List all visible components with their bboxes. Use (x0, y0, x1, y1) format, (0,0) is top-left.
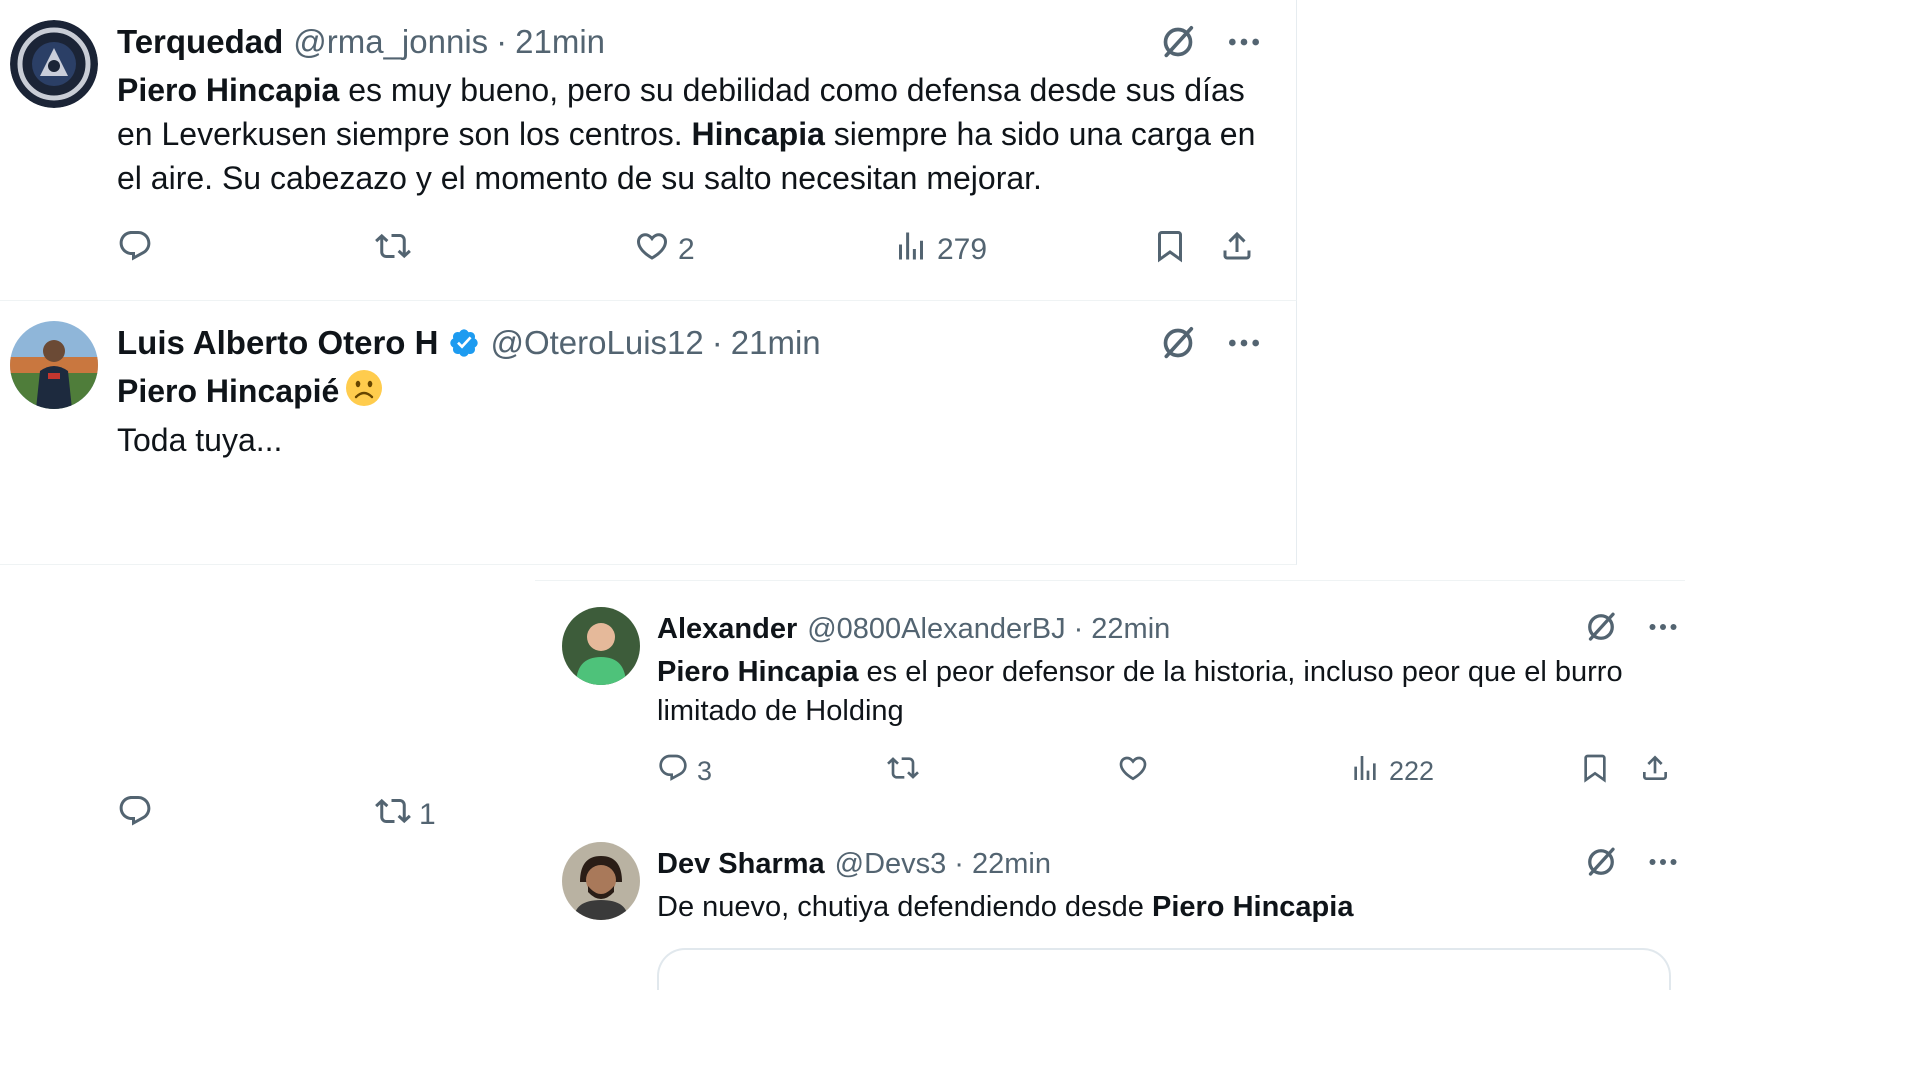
avatar[interactable] (562, 607, 640, 685)
tweet-header: Dev Sharma @Devs3 · 22min (657, 846, 1051, 882)
bold-mention[interactable]: Piero Hincapia (657, 656, 858, 688)
separator: · (954, 847, 964, 880)
slightly-frowning-face-icon (345, 369, 383, 418)
bookmark-button[interactable] (1152, 230, 1188, 270)
tweet-text: De nuevo, chutiya defendiendo desde Pier… (657, 888, 1667, 927)
separator: · (1073, 612, 1084, 645)
text-line: Toda tuya... (117, 422, 283, 459)
like-button[interactable]: 2 (634, 230, 695, 270)
bookmark-button[interactable] (1579, 753, 1611, 789)
retweet-icon (887, 752, 919, 791)
author-name[interactable]: Alexander (657, 613, 797, 646)
avatar[interactable] (10, 321, 98, 409)
retweet-button[interactable] (887, 753, 927, 789)
author-name[interactable]: Luis Alberto Otero H (117, 324, 438, 362)
tweet-text: Piero Hincapia es el peor defensor de la… (657, 653, 1667, 731)
retweet-button[interactable] (375, 230, 419, 270)
more-icon[interactable] (1645, 609, 1681, 645)
action-bar: 2 279 (117, 230, 1267, 270)
text-segment: De nuevo, chutiya defendiendo desde (657, 891, 1152, 923)
share-button[interactable] (1219, 230, 1255, 270)
separator: · (711, 324, 723, 361)
tweet-header: Terquedad @rma_jonnis · 21min (117, 20, 605, 64)
retweet-button[interactable]: 1 (375, 795, 436, 835)
tweet-otero[interactable]: Luis Alberto Otero H @OteroLuis12 · 21mi… (0, 301, 1297, 831)
tweet-text: Piero Hincapié Toda tuya... (117, 369, 1277, 462)
like-count: 2 (678, 233, 695, 266)
grok-icon[interactable] (1158, 22, 1198, 62)
tweet-text: Piero Hincapia es muy bueno, pero su deb… (117, 68, 1277, 200)
separator: · (496, 23, 508, 60)
share-icon (1219, 228, 1255, 272)
reply-count: 3 (697, 755, 713, 786)
timestamp[interactable]: 22min (1091, 613, 1170, 646)
verified-badge-icon[interactable] (448, 327, 480, 359)
bookmark-icon (1579, 752, 1611, 791)
more-icon[interactable] (1224, 323, 1264, 363)
tweet-terquedad[interactable]: Terquedad @rma_jonnis · 21min Piero Hinc… (0, 0, 1297, 301)
share-button[interactable] (1639, 753, 1671, 789)
author-handle[interactable]: @rma_jonnis (293, 23, 488, 61)
grok-icon[interactable] (1158, 323, 1198, 363)
grok-icon[interactable] (1583, 609, 1619, 645)
author-handle[interactable]: @0800AlexanderBJ (807, 613, 1065, 646)
author-handle[interactable]: @OteroLuis12 (490, 324, 703, 362)
tweet-header: Alexander @0800AlexanderBJ · 22min (657, 611, 1170, 647)
retweet-icon (375, 228, 411, 272)
heart-icon (1117, 752, 1149, 791)
views-count: 279 (937, 233, 988, 266)
views-icon (1349, 752, 1381, 791)
bold-mention[interactable]: Piero Hincapié (117, 373, 339, 409)
media-card[interactable] (657, 948, 1671, 990)
reply-icon (117, 228, 153, 272)
grok-icon[interactable] (1583, 844, 1619, 880)
author-name[interactable]: Terquedad (117, 23, 283, 61)
more-icon[interactable] (1645, 844, 1681, 880)
retweet-icon (375, 793, 411, 837)
avatar[interactable] (562, 842, 640, 920)
tweet-dev-sharma[interactable]: Dev Sharma @Devs3 · 22min De nuevo, chut… (535, 816, 1685, 990)
reply-button[interactable] (117, 230, 161, 270)
share-icon (1639, 752, 1671, 791)
tweet-alexander[interactable]: Alexander @0800AlexanderBJ · 22min Piero… (535, 580, 1685, 817)
heart-icon (634, 228, 670, 272)
bold-mention[interactable]: Piero Hincapia (1152, 891, 1353, 923)
author-name[interactable]: Dev Sharma (657, 848, 825, 881)
reply-button[interactable] (117, 795, 161, 835)
bold-mention[interactable]: Piero Hincapia (117, 72, 339, 108)
reply-button[interactable]: 3 (657, 753, 712, 789)
reply-icon (117, 793, 153, 837)
views-count: 222 (1389, 755, 1435, 786)
timestamp[interactable]: 21min (731, 324, 821, 362)
retweet-count: 1 (419, 798, 436, 831)
views-button[interactable]: 279 (893, 230, 987, 270)
more-icon[interactable] (1224, 22, 1264, 62)
bookmark-icon (1152, 228, 1188, 272)
timestamp[interactable]: 21min (515, 23, 605, 61)
author-handle[interactable]: @Devs3 (835, 848, 947, 881)
tweet-header: Luis Alberto Otero H @OteroLuis12 · 21mi… (117, 321, 821, 365)
bold-mention[interactable]: Hincapia (692, 116, 825, 152)
like-button[interactable] (1117, 753, 1157, 789)
timestamp[interactable]: 22min (972, 848, 1051, 881)
action-bar: 3 222 (657, 753, 1677, 789)
avatar[interactable] (10, 20, 98, 108)
views-button[interactable]: 222 (1349, 753, 1434, 789)
views-icon (893, 228, 929, 272)
reply-icon (657, 752, 689, 791)
